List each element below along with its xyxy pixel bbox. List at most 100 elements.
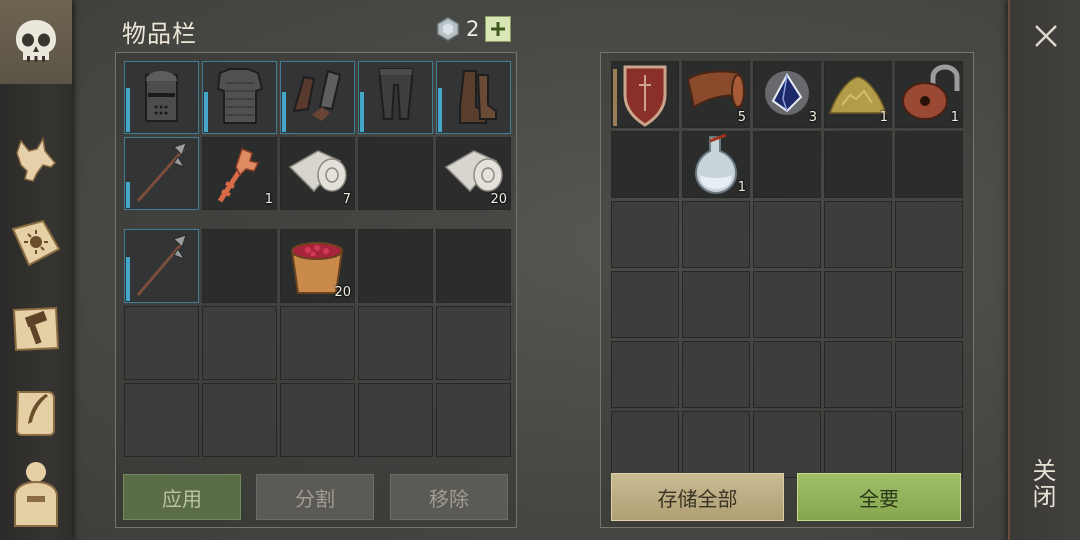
item-count: 20 [334, 285, 351, 300]
storage-slot[interactable] [895, 131, 963, 198]
halberd-icon [136, 234, 187, 296]
storage-slot[interactable] [753, 201, 821, 268]
storage-slot[interactable] [682, 411, 750, 478]
inventory-slot[interactable] [358, 137, 433, 210]
add-currency-button[interactable] [485, 16, 512, 42]
inventory-slot[interactable] [202, 229, 277, 303]
equipment-slot-feet[interactable] [436, 61, 511, 134]
gauntlets-icon [292, 69, 342, 121]
storage-slot[interactable] [895, 341, 963, 408]
storage-slot[interactable] [753, 341, 821, 408]
equipment-slot-weapon[interactable] [124, 137, 199, 210]
inventory-slot[interactable] [202, 306, 277, 380]
gem-icon [437, 17, 459, 41]
apply-button[interactable]: 应用 [123, 474, 241, 520]
hammer-map-icon [12, 306, 60, 352]
item-count: 20 [490, 192, 507, 207]
storage-slot[interactable]: 1 [895, 61, 963, 128]
storage-slot[interactable] [895, 271, 963, 338]
inventory-slot[interactable] [358, 306, 433, 380]
storage-slot[interactable] [824, 131, 892, 198]
storage-slot[interactable] [682, 341, 750, 408]
inventory-slot[interactable] [280, 383, 355, 457]
inventory-slot[interactable] [124, 306, 199, 380]
storage-slot[interactable]: 1 [682, 131, 750, 198]
tab-quests[interactable] [4, 380, 68, 444]
plus-icon [491, 22, 506, 36]
currency-display: 2 [436, 16, 512, 42]
equipment-slot-legs[interactable] [358, 61, 433, 134]
store-all-button[interactable]: 存储全部 [611, 473, 784, 521]
storage-slot[interactable] [682, 201, 750, 268]
equipment-grid: 1 7 20 [124, 61, 511, 210]
wolf-icon [16, 136, 57, 182]
inventory-slot[interactable]: 7 [280, 137, 355, 210]
character-icon [14, 462, 58, 527]
close-bar[interactable]: 关闭 [1008, 0, 1080, 540]
page-title: 物品栏 [122, 20, 197, 48]
item-count: 1 [950, 110, 959, 125]
storage-slot[interactable]: 3 [753, 61, 821, 128]
item-count: 1 [264, 192, 273, 207]
storage-slot[interactable] [682, 271, 750, 338]
inventory-slot[interactable] [436, 306, 511, 380]
sun-book-icon [11, 219, 61, 267]
storage-slot[interactable] [824, 411, 892, 478]
storage-slot[interactable] [753, 411, 821, 478]
storage-slot[interactable] [611, 271, 679, 338]
tab-crafting[interactable] [4, 296, 68, 360]
item-count: 1 [737, 180, 746, 195]
storage-slot[interactable] [895, 201, 963, 268]
storage-slot[interactable] [611, 61, 679, 128]
tab-skull[interactable] [0, 0, 72, 84]
take-all-button[interactable]: 全要 [797, 473, 961, 521]
close-icon[interactable] [1030, 20, 1062, 52]
knight-helmet-icon [145, 71, 178, 122]
inventory-slot[interactable] [124, 383, 199, 457]
tab-character[interactable] [4, 460, 68, 527]
storage-slot[interactable] [824, 341, 892, 408]
inventory-slot[interactable]: 20 [280, 229, 355, 303]
inventory-slot[interactable] [436, 229, 511, 303]
halberd-icon [136, 142, 187, 202]
storage-slot[interactable] [753, 271, 821, 338]
tab-wolf[interactable] [4, 128, 68, 192]
storage-slot[interactable] [611, 411, 679, 478]
storage-slot[interactable] [824, 271, 892, 338]
inventory-slot[interactable]: 20 [436, 137, 511, 210]
storage-slot[interactable] [753, 131, 821, 198]
remove-button[interactable]: 移除 [390, 474, 508, 520]
tab-journal[interactable] [4, 212, 68, 276]
inventory-slot[interactable] [124, 229, 199, 303]
inventory-slot[interactable] [202, 383, 277, 457]
inventory-slot[interactable] [358, 229, 433, 303]
boots-icon [459, 70, 497, 124]
storage-slot[interactable] [611, 201, 679, 268]
equipment-slot-helmet[interactable] [124, 61, 199, 134]
inventory-slot[interactable] [358, 383, 433, 457]
leg-armor-icon [379, 68, 413, 120]
storage-grid: 5 3 1 1 1 [611, 61, 963, 478]
storage-slot[interactable]: 5 [682, 61, 750, 128]
equipment-slot-body[interactable] [202, 61, 277, 134]
currency-amount: 2 [466, 17, 480, 41]
close-label: 关闭 [1028, 458, 1056, 510]
storage-slot[interactable]: 1 [824, 61, 892, 128]
split-button[interactable]: 分割 [256, 474, 374, 520]
storage-slot[interactable] [824, 201, 892, 268]
item-count: 7 [342, 192, 351, 207]
chainmail-armor-icon [216, 68, 264, 124]
inventory-slot[interactable] [280, 306, 355, 380]
inventory-slot[interactable]: 1 [202, 137, 277, 210]
scroll-quill-icon [15, 391, 55, 436]
skull-icon [16, 20, 56, 62]
item-count: 1 [879, 110, 888, 125]
storage-slot[interactable] [611, 131, 679, 198]
equipment-slot-hands[interactable] [280, 61, 355, 134]
shield-icon [623, 65, 667, 127]
item-count: 5 [737, 110, 746, 125]
storage-slot[interactable] [895, 411, 963, 478]
inventory-slot[interactable] [436, 383, 511, 457]
storage-slot[interactable] [611, 341, 679, 408]
sidebar [0, 0, 72, 540]
